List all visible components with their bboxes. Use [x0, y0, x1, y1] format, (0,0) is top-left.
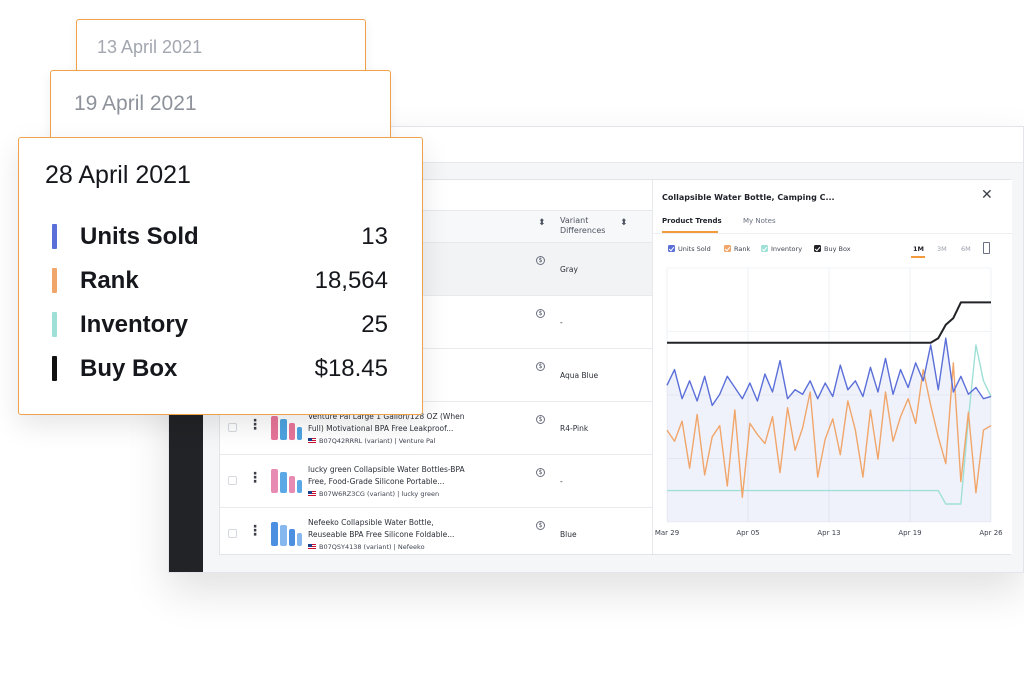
sort-icon[interactable]: ⬍ — [538, 219, 546, 228]
us-flag-icon — [308, 491, 316, 497]
x-tick-label: Apr 05 — [736, 529, 759, 537]
dollar-circle-icon[interactable]: $ — [536, 415, 545, 424]
metric-color-bar — [52, 312, 57, 337]
metric-label: Buy Box — [80, 355, 178, 382]
us-flag-icon — [308, 438, 316, 444]
row-asin: B07QSY4138 (variant) | Nefeeko — [319, 543, 425, 551]
metric-value: 25 — [361, 311, 388, 338]
row-meta: B07Q42RRRL (variant) | Venture Pal — [308, 437, 435, 445]
metric-label: Inventory — [80, 311, 189, 338]
row-title[interactable]: Nefeeko Collapsible Water Bottle, Reusea… — [308, 517, 498, 540]
metric-color-bar — [52, 268, 57, 293]
metric-color-bar — [52, 224, 57, 249]
sort-icon[interactable]: ⬍ — [620, 219, 628, 228]
dollar-circle-icon[interactable]: $ — [536, 362, 545, 371]
row-meta: B07QSY4138 (variant) | Nefeeko — [308, 543, 425, 551]
metric-label: Rank — [80, 267, 139, 294]
row-variant: Aqua Blue — [560, 371, 599, 380]
metric-label: Units Sold — [80, 223, 199, 250]
product-thumbnail — [271, 416, 302, 440]
product-detail-panel: Collapsible Water Bottle, Camping C... ✕… — [652, 180, 1012, 554]
row-checkbox[interactable] — [228, 423, 237, 432]
metric-value: $18.45 — [314, 355, 388, 382]
row-meta: B07W6RZ3CG (variant) | lucky green — [308, 490, 439, 498]
metric-rank: Rank 18,564 — [19, 266, 422, 296]
kebab-icon[interactable]: ⋮ — [248, 524, 262, 538]
metric-inventory: Inventory 25 — [19, 310, 422, 340]
dollar-circle-icon[interactable]: $ — [536, 521, 545, 530]
table-row[interactable]: ⋮ lucky green Collapsible Water Bottles-B… — [220, 455, 652, 508]
product-thumbnail — [271, 469, 302, 493]
table-row[interactable]: ⋮ Nefeeko Collapsible Water Bottle, Reuse… — [220, 508, 652, 554]
us-flag-icon — [308, 544, 316, 550]
metric-value: 13 — [361, 223, 388, 250]
metric-buy-box: Buy Box $18.45 — [19, 354, 422, 384]
row-asin: B07W6RZ3CG (variant) | lucky green — [319, 490, 440, 498]
tooltip-date: 13 April 2021 — [97, 37, 203, 57]
variant-column-header[interactable]: Variant Differences — [560, 216, 620, 236]
tooltip-date: 19 April 2021 — [74, 92, 197, 115]
row-checkbox[interactable] — [228, 529, 237, 538]
row-variant: Gray — [560, 265, 578, 274]
tooltip-date: 28 April 2021 — [45, 161, 191, 189]
x-tick-label: Apr 26 — [979, 529, 1003, 537]
kebab-icon[interactable]: ⋮ — [248, 418, 262, 432]
dollar-circle-icon[interactable]: $ — [536, 309, 545, 318]
tooltip-card-front: 28 April 2021 Units Sold 13 Rank 18,564 … — [18, 137, 423, 415]
metric-units-sold: Units Sold 13 — [19, 222, 422, 252]
row-title[interactable]: lucky green Collapsible Water Bottles-BP… — [308, 464, 498, 487]
x-tick-label: Apr 13 — [817, 529, 840, 537]
row-checkbox[interactable] — [228, 476, 237, 485]
trend-chart[interactable]: Mar 29 Apr 05 Apr 13 Apr 19 Apr 26 — [653, 180, 1013, 556]
row-variant: - — [560, 318, 563, 327]
row-variant: R4-Pink — [560, 424, 589, 433]
row-asin: B07Q42RRRL (variant) | Venture Pal — [319, 437, 436, 445]
x-tick-label: Apr 19 — [898, 529, 921, 537]
row-variant: Blue — [560, 530, 577, 539]
x-tick-label: Mar 29 — [655, 529, 679, 537]
row-variant: - — [560, 477, 563, 486]
dollar-circle-icon[interactable]: $ — [536, 256, 545, 265]
dollar-circle-icon[interactable]: $ — [536, 468, 545, 477]
product-thumbnail — [271, 522, 302, 546]
metric-color-bar — [52, 356, 57, 381]
kebab-icon[interactable]: ⋮ — [248, 471, 262, 485]
metric-value: 18,564 — [314, 267, 388, 294]
